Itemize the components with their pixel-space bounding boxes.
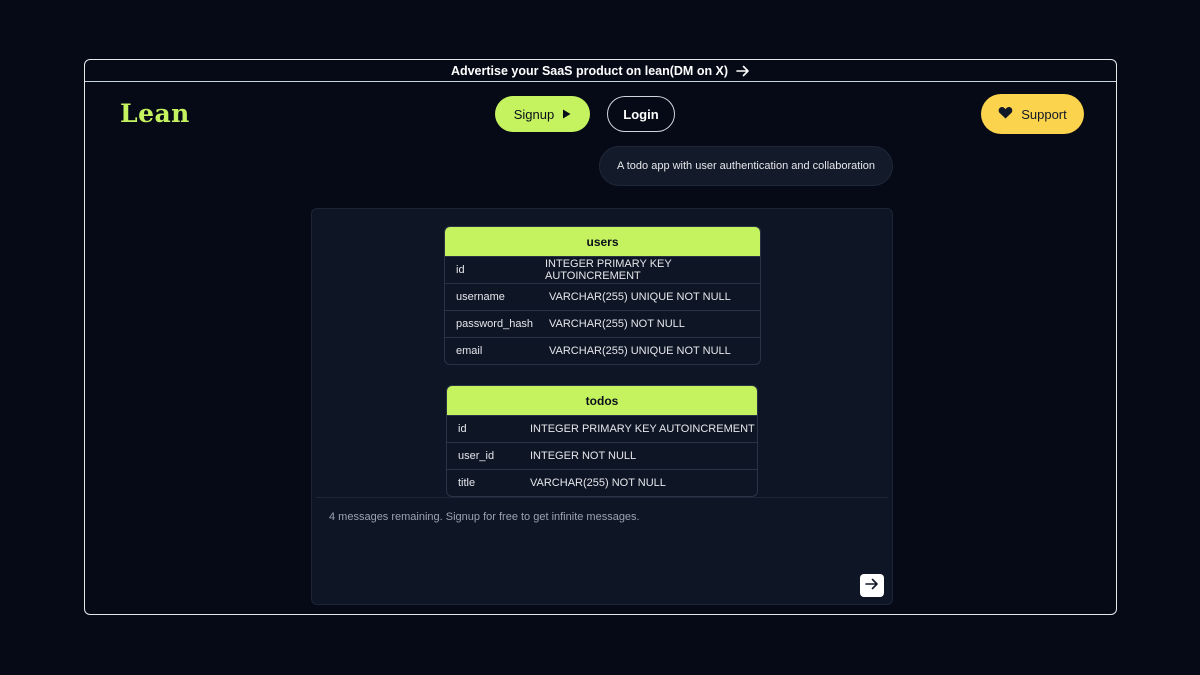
heart-icon <box>998 106 1013 122</box>
chat-panel: users id INTEGER PRIMARY KEY AUTOINCREME… <box>311 208 893 605</box>
column-name: id <box>456 264 465 276</box>
column-type: INTEGER NOT NULL <box>530 450 637 462</box>
column-type: INTEGER PRIMARY KEY AUTOINCREMENT <box>544 258 672 282</box>
column-name: id <box>458 423 467 435</box>
user-prompt-text: A todo app with user authentication and … <box>616 160 876 172</box>
login-button[interactable]: Login <box>607 96 675 132</box>
table-header: todos <box>447 386 757 415</box>
signup-label: Signup <box>513 106 555 122</box>
table-row: id INTEGER PRIMARY KEY AUTOINCREMENT <box>445 256 760 283</box>
column-type: VARCHAR(255) UNIQUE NOT NULL <box>549 345 731 357</box>
table-row: id INTEGER PRIMARY KEY AUTOINCREMENT <box>447 415 757 442</box>
column-name: title <box>458 477 476 489</box>
users-table: users id INTEGER PRIMARY KEY AUTOINCREME… <box>444 226 761 365</box>
table-row: title VARCHAR(255) NOT NULL <box>447 469 757 496</box>
column-name: username <box>456 291 505 303</box>
send-button[interactable] <box>860 574 884 597</box>
table-header: users <box>445 227 760 256</box>
table-row: user_id INTEGER NOT NULL <box>447 442 757 469</box>
arrow-right-icon <box>736 65 750 77</box>
column-type: VARCHAR(255) NOT NULL <box>549 318 685 330</box>
column-type: INTEGER PRIMARY KEY AUTOINCREMENT <box>530 423 755 435</box>
banner-text[interactable]: Advertise your SaaS product on lean(DM o… <box>451 64 728 78</box>
promo-banner[interactable]: Advertise your SaaS product on lean(DM o… <box>85 60 1116 82</box>
table-row: email VARCHAR(255) UNIQUE NOT NULL <box>445 337 760 364</box>
login-label: Login <box>623 106 659 122</box>
table-row: password_hash VARCHAR(255) NOT NULL <box>445 310 760 337</box>
app-frame: Advertise your SaaS product on lean(DM o… <box>84 59 1117 615</box>
support-label: Support <box>1021 106 1067 122</box>
column-name: password_hash <box>456 318 534 330</box>
column-name: user_id <box>458 450 495 462</box>
arrow-right-icon <box>865 577 879 595</box>
support-button[interactable]: Support <box>981 94 1084 134</box>
logo[interactable]: Lean <box>120 99 190 128</box>
user-prompt-bubble: A todo app with user authentication and … <box>599 146 893 186</box>
table-row: username VARCHAR(255) UNIQUE NOT NULL <box>445 283 760 310</box>
todos-table: todos id INTEGER PRIMARY KEY AUTOINCREME… <box>446 385 758 497</box>
column-type: VARCHAR(255) NOT NULL <box>530 477 666 489</box>
remaining-messages-notice: 4 messages remaining. Signup for free to… <box>329 511 640 523</box>
column-name: email <box>456 345 483 357</box>
schema-output[interactable]: users id INTEGER PRIMARY KEY AUTOINCREME… <box>312 209 892 497</box>
play-icon <box>562 107 571 122</box>
message-input[interactable]: 4 messages remaining. Signup for free to… <box>329 511 640 523</box>
divider <box>316 497 888 498</box>
signup-button[interactable]: Signup <box>495 96 590 132</box>
column-type: VARCHAR(255) UNIQUE NOT NULL <box>549 291 731 303</box>
